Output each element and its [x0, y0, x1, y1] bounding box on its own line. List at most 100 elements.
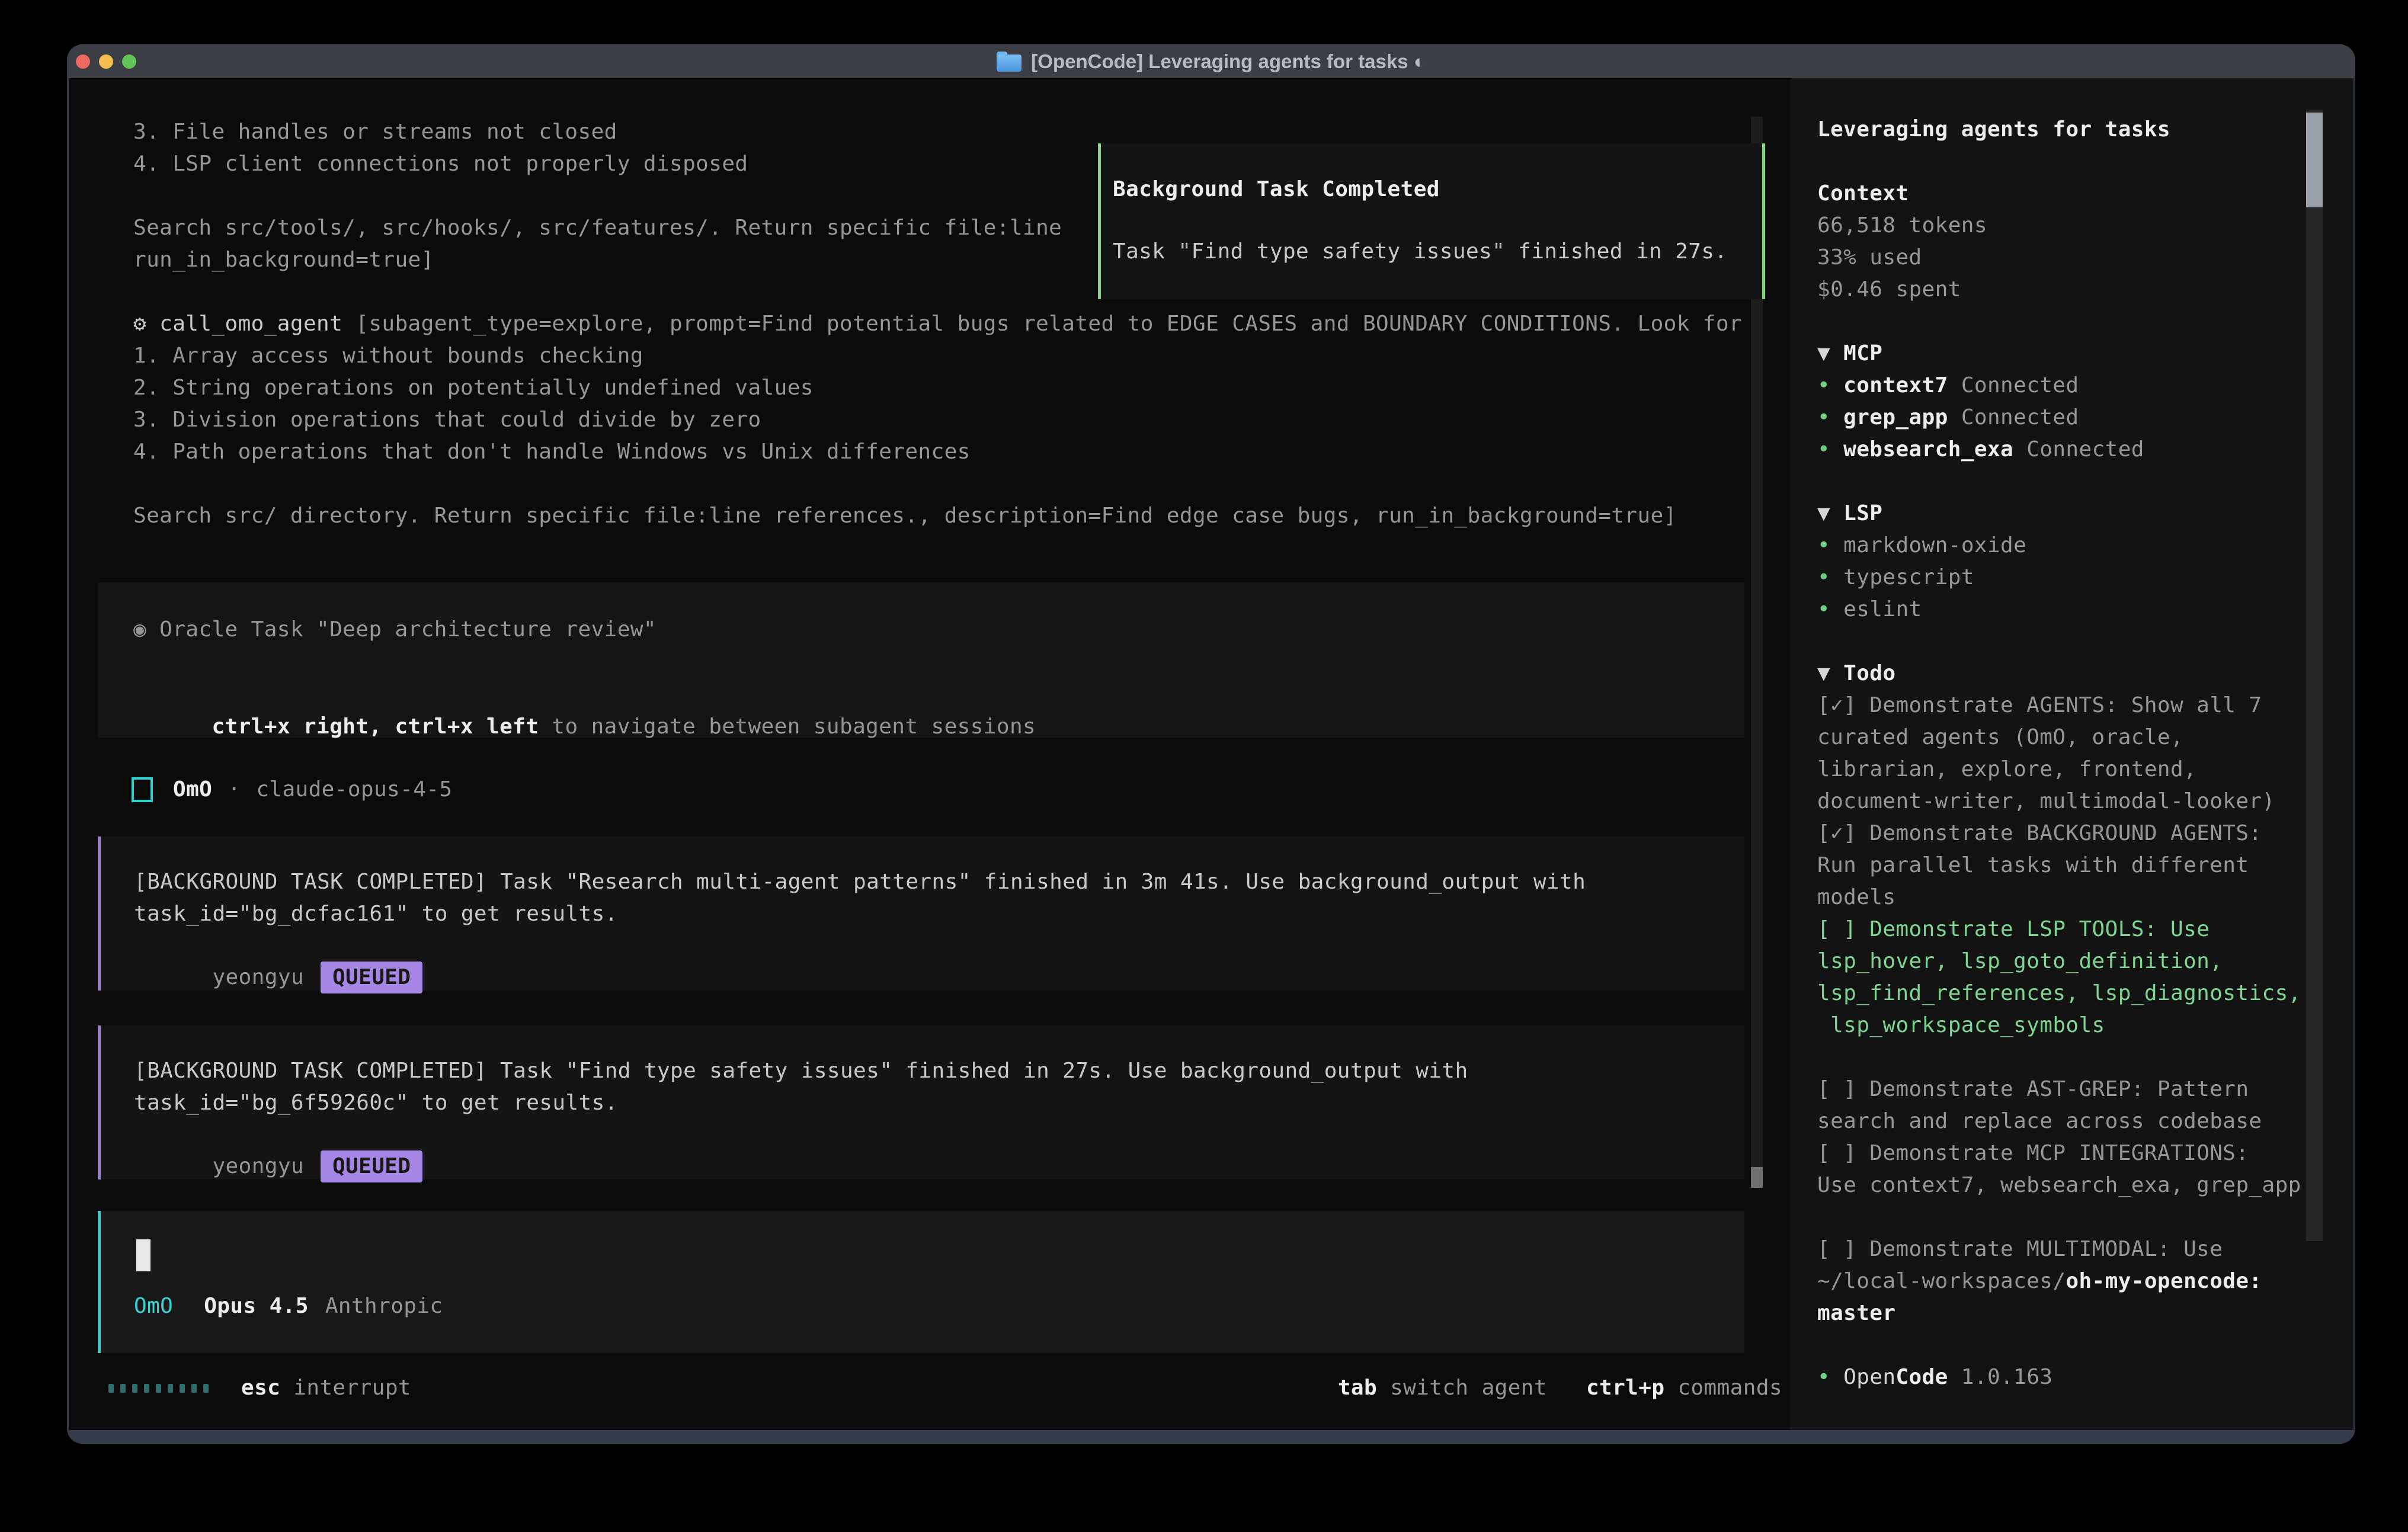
- sidebar-line: [✓] Demonstrate BACKGROUND AGENTS:: [1817, 818, 2301, 850]
- agent-checkbox-icon: [132, 777, 153, 802]
- sidebar-line: • eslint: [1817, 594, 2301, 626]
- notification-body: Task "Find type safety issues" finished …: [1113, 236, 1727, 268]
- spinner-dot: [191, 1384, 197, 1393]
- terminal-line: 4. Path operations that don't handle Win…: [133, 436, 1742, 468]
- sidebar-line[interactable]: ▼ LSP: [1817, 498, 2301, 530]
- sidebar-line: lsp_find_references, lsp_diagnostics,: [1817, 977, 2301, 1009]
- sidebar-line: lsp_hover, lsp_goto_definition,: [1817, 946, 2301, 977]
- spinner-dot: [132, 1384, 137, 1393]
- sidebar-line: • OpenCode 1.0.163: [1817, 1361, 2301, 1393]
- spinner-dot: [168, 1384, 173, 1393]
- statusbar-right: tab switch agent ctrl+p commands: [1338, 1372, 1782, 1404]
- sidebar-scrollbar[interactable]: [2306, 110, 2323, 1241]
- sidebar-line: • typescript: [1817, 562, 2301, 594]
- sidebar-line: curated agents (OmO, oracle,: [1817, 722, 2301, 754]
- agent-model: claude-opus-4-5: [256, 774, 452, 806]
- zoom-button[interactable]: [122, 55, 136, 69]
- sidebar-line[interactable]: ▼ MCP: [1817, 338, 2301, 370]
- input-cursor: [136, 1239, 150, 1271]
- sidebar-line: Leveraging agents for tasks: [1817, 114, 2301, 146]
- task-message: [BACKGROUND TASK COMPLETED] Task "Resear…: [98, 836, 1744, 991]
- sidebar-line: 33% used: [1817, 242, 2301, 274]
- task-message-text: [BACKGROUND TASK COMPLETED] Task "Find t…: [134, 1055, 1468, 1087]
- spinner-dot: [156, 1384, 161, 1393]
- window-title: [OpenCode] Leveraging agents for tasks ◐: [1031, 50, 1425, 73]
- task-author: yeongyu: [212, 1154, 304, 1178]
- sidebar-line: [1817, 626, 2301, 658]
- bottom-chrome: [67, 1430, 2355, 1444]
- notification-toast: Background Task Completed Task "Find typ…: [1098, 143, 1765, 299]
- sidebar-line: 66,518 tokens: [1817, 210, 2301, 242]
- separator-dot: ·: [228, 774, 241, 806]
- prompt-input[interactable]: OmO Opus 4.5 Anthropic: [98, 1211, 1744, 1353]
- spinner-dot: [180, 1384, 185, 1393]
- input-model: Opus 4.5: [204, 1290, 309, 1322]
- notification-title: Background Task Completed: [1113, 174, 1440, 206]
- terminal-window: [OpenCode] Leveraging agents for tasks ◐…: [67, 44, 2355, 1444]
- input-agent-name: OmO: [134, 1290, 173, 1322]
- queued-badge: QUEUED: [321, 961, 422, 993]
- sidebar-content: Leveraging agents for tasksContext66,518…: [1817, 114, 2301, 1393]
- tab-key-hint: tab: [1338, 1372, 1377, 1404]
- ctrlp-key-hint: ctrl+p: [1586, 1372, 1664, 1404]
- oracle-task-box: ◉ Oracle Task "Deep architecture review"…: [98, 582, 1744, 738]
- esc-key-hint: esc: [241, 1376, 280, 1400]
- task-id-line: task_id="bg_dcfac161" to get results.: [134, 898, 618, 930]
- spinner-dot: [120, 1384, 126, 1393]
- sidebar-line: [1817, 306, 2301, 338]
- task-author: yeongyu: [212, 965, 304, 989]
- sidebar-line: ~/local-workspaces/oh-my-opencode:: [1817, 1265, 2301, 1297]
- folder-icon: [997, 52, 1022, 72]
- sidebar-line: document-writer, multimodal-looker): [1817, 786, 2301, 818]
- terminal-line: ⚙ call_omo_agent [subagent_type=explore,…: [133, 308, 1742, 340]
- agent-name: OmO: [173, 774, 212, 806]
- sidebar-line: [1817, 146, 2301, 178]
- input-provider: Anthropic: [325, 1290, 443, 1322]
- sidebar-line: Use context7, websearch_exa, grep_app: [1817, 1169, 2301, 1201]
- terminal-line: [133, 468, 1742, 500]
- agent-header: OmO · claude-opus-4-5: [132, 774, 452, 806]
- terminal-line: 3. Division operations that could divide…: [133, 404, 1742, 436]
- oracle-task-line: ◉ Oracle Task "Deep architecture review": [133, 614, 657, 646]
- sidebar-line: • context7 Connected: [1817, 370, 2301, 402]
- sidebar-line: • markdown-oxide: [1817, 530, 2301, 562]
- task-message-text: [BACKGROUND TASK COMPLETED] Task "Resear…: [134, 866, 1586, 898]
- sidebar-line: [ ] Demonstrate LSP TOOLS: Use: [1817, 914, 2301, 946]
- input-model-line: OmO Opus 4.5 Anthropic: [134, 1290, 443, 1322]
- sidebar-line: [1817, 1201, 2301, 1233]
- sidebar-line: • grep_app Connected: [1817, 402, 2301, 434]
- sidebar-line: [ ] Demonstrate MULTIMODAL: Use: [1817, 1233, 2301, 1265]
- subagent-nav-hint: ctrl+x right, ctrl+x left to navigate be…: [133, 679, 1036, 711]
- sidebar-line: [ ] Demonstrate AST-GREP: Pattern: [1817, 1073, 2301, 1105]
- sidebar-line: master: [1817, 1297, 2301, 1329]
- terminal-line: Search src/ directory. Return specific f…: [133, 500, 1742, 532]
- sidebar-line: [✓] Demonstrate AGENTS: Show all 7: [1817, 690, 2301, 722]
- minimize-button[interactable]: [99, 55, 113, 69]
- main-scrollbar-thumb[interactable]: [1751, 1167, 1763, 1188]
- nav-keys: ctrl+x right, ctrl+x left: [212, 714, 539, 739]
- switch-agent-label: switch agent: [1390, 1372, 1547, 1404]
- commands-label: commands: [1677, 1372, 1782, 1404]
- close-button[interactable]: [76, 55, 90, 69]
- interrupt-label: [280, 1376, 293, 1400]
- sidebar-line: $0.46 spent: [1817, 274, 2301, 306]
- terminal-line: 1. Array access without bounds checking: [133, 340, 1742, 372]
- sidebar-line: models: [1817, 882, 2301, 914]
- task-meta: yeongyuQUEUED: [134, 930, 422, 961]
- sidebar-line: search and replace across codebase: [1817, 1105, 2301, 1137]
- sidebar-line: [1817, 466, 2301, 498]
- sidebar-line: [ ] Demonstrate MCP INTEGRATIONS:: [1817, 1137, 2301, 1169]
- progress-dots: [108, 1372, 209, 1404]
- sidebar-line: [1817, 1041, 2301, 1073]
- sidebar-line[interactable]: ▼ Todo: [1817, 658, 2301, 690]
- task-message: [BACKGROUND TASK COMPLETED] Task "Find t…: [98, 1025, 1744, 1180]
- sidebar-scrollbar-thumb[interactable]: [2306, 113, 2323, 207]
- titlebar: [OpenCode] Leveraging agents for tasks ◐: [67, 44, 2355, 78]
- queued-badge: QUEUED: [321, 1150, 422, 1182]
- interrupt-hint: esc interrupt: [241, 1372, 411, 1404]
- spinner-dot: [203, 1384, 209, 1393]
- spinner-dot: [108, 1384, 114, 1393]
- sidebar-line: lsp_workspace_symbols: [1817, 1009, 2301, 1041]
- spinner-dot: [144, 1384, 149, 1393]
- sidebar-line: librarian, explore, frontend,: [1817, 754, 2301, 786]
